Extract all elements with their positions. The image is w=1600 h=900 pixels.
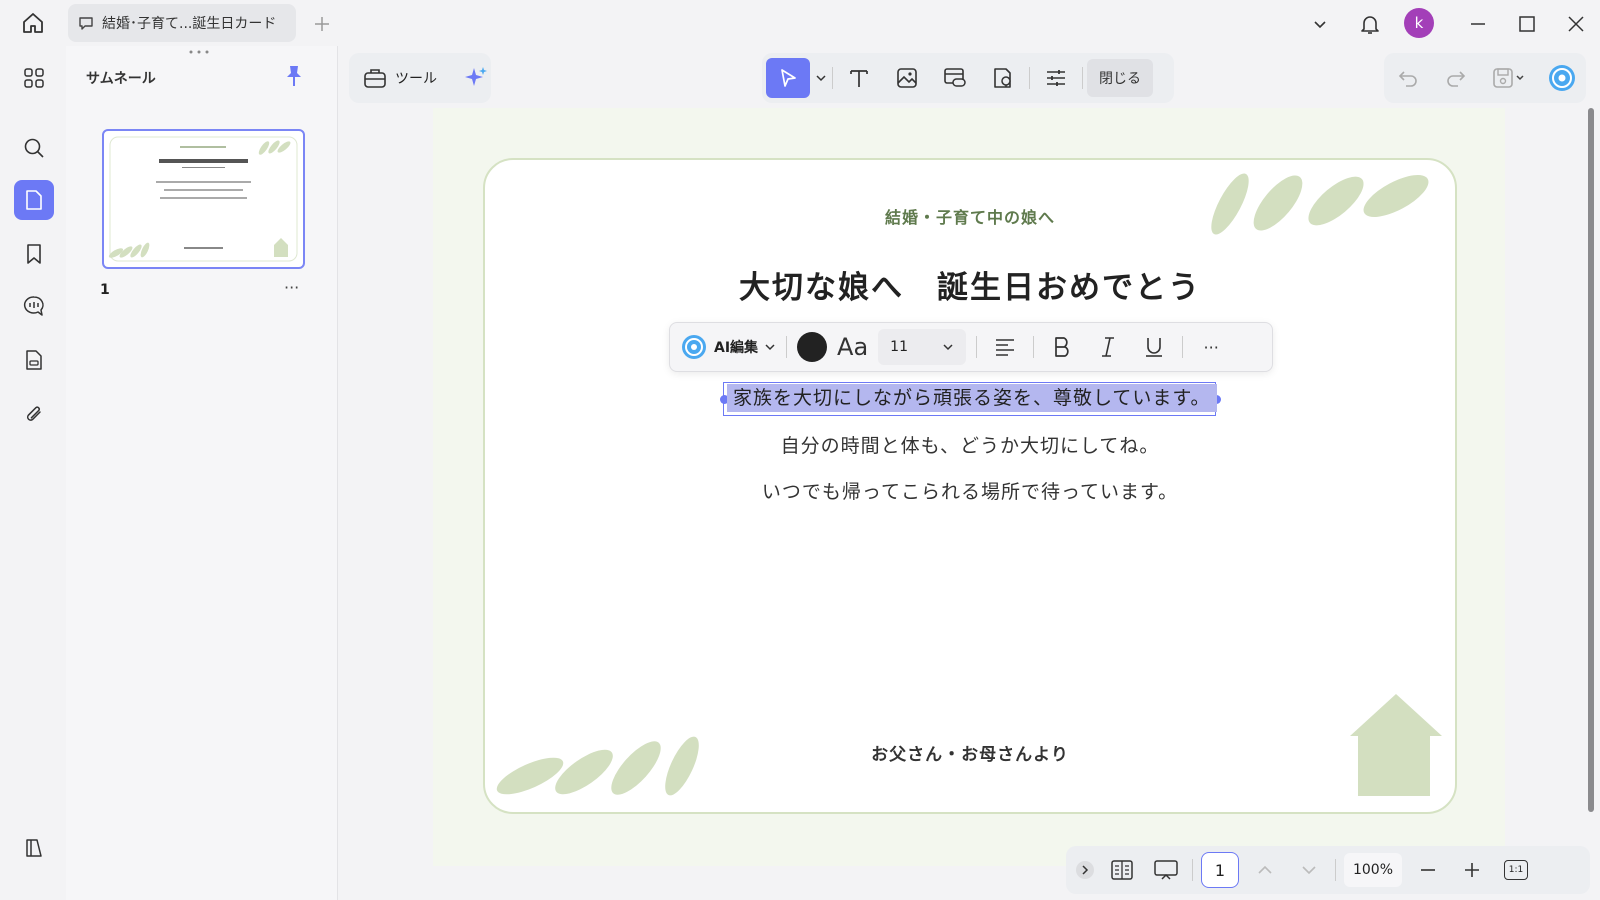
divider	[976, 336, 978, 358]
search-icon[interactable]	[14, 128, 54, 168]
previous-page-icon[interactable]	[1247, 852, 1283, 888]
avatar[interactable]: k	[1404, 8, 1434, 38]
expand-bar-icon[interactable]	[1074, 852, 1096, 888]
tools-label: ツール	[395, 71, 437, 87]
history-toolbar	[1384, 53, 1586, 103]
sidebar-toggle-icon[interactable]	[14, 828, 54, 868]
toolbox-icon	[363, 67, 387, 89]
presentation-icon[interactable]	[1148, 852, 1184, 888]
ai-edit-button[interactable]: AI編集	[680, 333, 776, 361]
apps-grid-icon[interactable]	[14, 58, 54, 98]
attachment-icon[interactable]	[14, 394, 54, 434]
home-icon[interactable]	[18, 10, 48, 36]
divider	[832, 67, 833, 89]
zoom-in-icon[interactable]	[1454, 852, 1490, 888]
align-left-icon[interactable]	[987, 336, 1023, 358]
text-format-toolbar: AI編集 Aa 11 ···	[669, 322, 1273, 372]
ai-edit-label: AI編集	[714, 340, 759, 356]
page-navigation-bar: 1 100% 1:1	[1066, 846, 1590, 894]
actual-size-button[interactable]: 1:1	[1498, 852, 1534, 888]
tools-button[interactable]: ツール	[349, 53, 491, 103]
zoom-level[interactable]: 100%	[1344, 853, 1402, 887]
comments-icon[interactable]	[14, 286, 54, 326]
bold-icon[interactable]	[1044, 335, 1080, 359]
comment-icon	[78, 15, 94, 31]
undo-icon[interactable]	[1386, 58, 1430, 98]
close-icon[interactable]	[1564, 12, 1588, 36]
link-tool-button[interactable]	[933, 58, 977, 98]
card-message-line-1-selected[interactable]: 家族を大切にしながら頑張る姿を、尊敬しています。	[727, 384, 1217, 412]
vertical-scrollbar[interactable]	[1588, 108, 1594, 812]
card-message-line-3[interactable]: いつでも帰ってこられる場所で待っています。	[483, 477, 1457, 504]
document-tab[interactable]: 結婚･子育て...誕生日カード	[68, 4, 296, 42]
document-icon[interactable]	[14, 340, 54, 380]
page-number-input[interactable]: 1	[1201, 852, 1239, 888]
chevron-down-icon	[942, 341, 954, 353]
left-rail	[0, 46, 66, 900]
pin-icon[interactable]	[284, 64, 308, 90]
divider	[1192, 859, 1193, 881]
ai-sparkle-icon[interactable]	[463, 65, 489, 91]
bookmark-icon[interactable]	[14, 234, 54, 274]
watermark-tool-button[interactable]	[981, 58, 1025, 98]
title-bar: 結婚･子育て...誕生日カード k	[0, 0, 1600, 46]
edit-toolbar: 閉じる	[762, 53, 1174, 103]
minimize-icon[interactable]	[1466, 12, 1490, 36]
font-size-select[interactable]: 11	[878, 329, 967, 365]
divider	[1182, 336, 1184, 358]
page-layout-icon[interactable]	[1104, 852, 1140, 888]
card-title[interactable]: 大切な娘へ 誕生日おめでとう	[483, 262, 1457, 307]
italic-icon[interactable]	[1090, 335, 1126, 359]
next-page-icon[interactable]	[1291, 852, 1327, 888]
chevron-down-icon	[764, 341, 776, 353]
redo-icon[interactable]	[1434, 58, 1478, 98]
card-subtitle[interactable]: 結婚・子育て中の娘へ	[483, 204, 1457, 228]
actual-size-label: 1:1	[1504, 860, 1528, 880]
ai-assistant-icon	[680, 333, 708, 361]
maximize-icon[interactable]	[1515, 12, 1539, 36]
ai-assistant-icon[interactable]	[1540, 58, 1584, 98]
new-tab-icon[interactable]	[310, 12, 334, 36]
properties-tool-button[interactable]	[1034, 58, 1078, 98]
select-tool-button[interactable]	[766, 58, 810, 98]
divider	[1033, 336, 1035, 358]
text-color-button[interactable]	[797, 332, 828, 362]
divider	[1029, 67, 1030, 89]
divider	[786, 336, 788, 358]
card-signature[interactable]: お父さん・お母さんより	[483, 740, 1457, 765]
zoom-out-icon[interactable]	[1410, 852, 1446, 888]
divider	[1082, 67, 1083, 89]
page-thumbnail[interactable]	[102, 129, 305, 269]
document-tab-label: 結婚･子育て...誕生日カード	[102, 16, 277, 32]
font-size-value: 11	[890, 339, 908, 355]
thumbnail-panel-title: サムネール	[86, 71, 156, 87]
text-tool-button[interactable]	[837, 58, 881, 98]
save-icon[interactable]	[1482, 58, 1536, 98]
underline-icon[interactable]	[1136, 335, 1172, 359]
image-tool-button[interactable]	[885, 58, 929, 98]
select-tool-chevron-icon[interactable]	[814, 72, 828, 84]
card-message-line-2[interactable]: 自分の時間と体も、どうか大切にしてね。	[483, 431, 1457, 458]
thumbnail-panel: サムネール 1 ···	[66, 46, 338, 900]
chevron-down-icon[interactable]	[1308, 12, 1332, 36]
thumbnail-more-button[interactable]: ···	[284, 278, 299, 297]
page-thumbnail-number: 1	[100, 282, 110, 298]
thumbnail-page-icon[interactable]	[14, 180, 54, 220]
more-options-button[interactable]: ···	[1193, 338, 1229, 357]
panel-drag-handle[interactable]	[188, 50, 210, 54]
divider	[1335, 859, 1336, 881]
font-family-button[interactable]: Aa	[837, 333, 868, 361]
bell-icon[interactable]	[1356, 10, 1384, 38]
close-edit-button[interactable]: 閉じる	[1087, 59, 1153, 97]
